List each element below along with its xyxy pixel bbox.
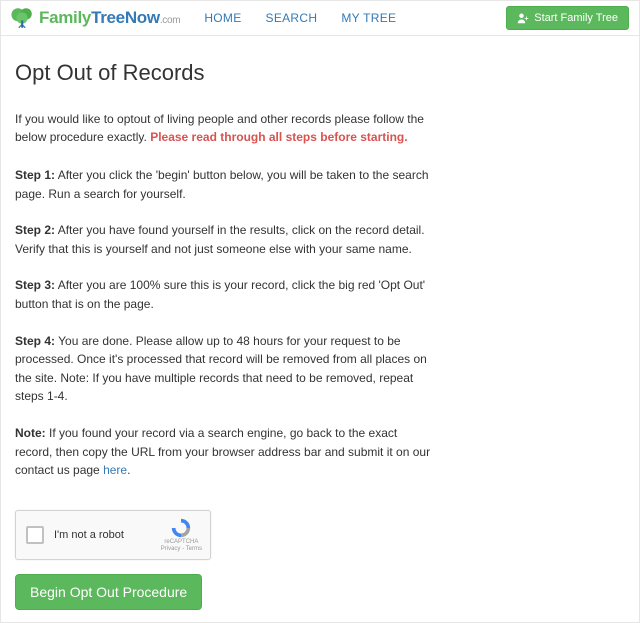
- step-4: Step 4: You are done. Please allow up to…: [15, 332, 435, 406]
- header: FamilyTreeNow.com HOME SEARCH MY TREE St…: [1, 1, 639, 36]
- nav-mytree[interactable]: MY TREE: [341, 11, 396, 25]
- logo[interactable]: FamilyTreeNow.com: [9, 5, 180, 31]
- nav-home[interactable]: HOME: [204, 11, 241, 25]
- recaptcha-icon: [170, 517, 192, 539]
- user-plus-icon: [517, 12, 529, 24]
- note-paragraph: Note: If you found your record via a sea…: [15, 424, 435, 480]
- nav: HOME SEARCH MY TREE: [204, 11, 396, 25]
- step-3: Step 3: After you are 100% sure this is …: [15, 276, 435, 313]
- nav-search[interactable]: SEARCH: [266, 11, 318, 25]
- start-family-tree-button[interactable]: Start Family Tree: [506, 6, 629, 30]
- start-button-label: Start Family Tree: [534, 12, 618, 24]
- recaptcha-widget[interactable]: I'm not a robot reCAPTCHA Privacy - Term…: [15, 510, 211, 560]
- contact-here-link[interactable]: here: [103, 463, 127, 477]
- main-content: Opt Out of Records If you would like to …: [1, 36, 639, 622]
- tree-icon: [9, 5, 35, 31]
- intro-warning: Please read through all steps before sta…: [150, 130, 407, 144]
- logo-text: FamilyTreeNow.com: [39, 8, 180, 28]
- step-2: Step 2: After you have found yourself in…: [15, 221, 435, 258]
- step-1: Step 1: After you click the 'begin' butt…: [15, 166, 435, 203]
- recaptcha-logo: reCAPTCHA Privacy - Terms: [161, 517, 202, 553]
- recaptcha-label: I'm not a robot: [54, 529, 161, 541]
- begin-opt-out-button[interactable]: Begin Opt Out Procedure: [15, 574, 202, 610]
- page-title: Opt Out of Records: [15, 60, 625, 86]
- recaptcha-checkbox[interactable]: [26, 526, 44, 544]
- intro-paragraph: If you would like to optout of living pe…: [15, 110, 435, 146]
